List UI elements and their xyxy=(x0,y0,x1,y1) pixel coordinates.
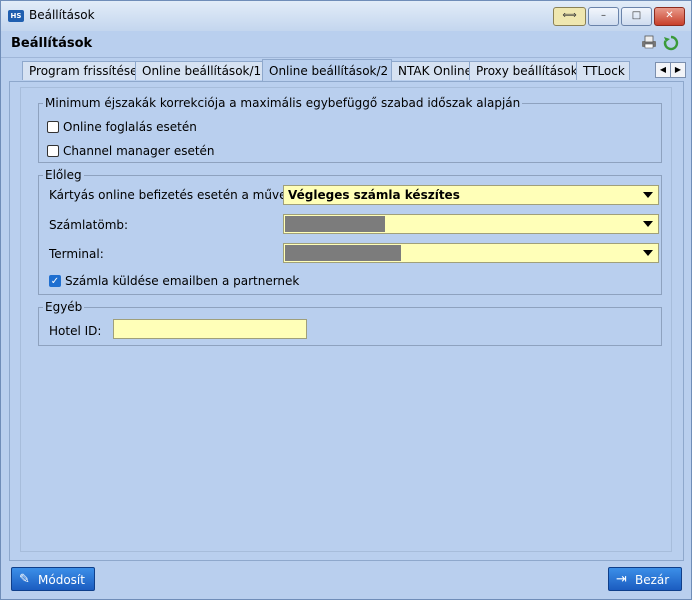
tab-ttlock[interactable]: TTLock xyxy=(576,61,630,80)
modify-button[interactable]: ✎ Módosít xyxy=(11,567,95,591)
exit-door-icon: ⇥ xyxy=(616,572,627,587)
page-title: Beállítások xyxy=(11,36,93,51)
eloleg-legend: Előleg xyxy=(43,168,84,182)
settings-content: Minimum éjszakák korrekciója a maximális… xyxy=(20,87,672,552)
tab-scroll-left-icon[interactable]: ◀ xyxy=(655,62,671,78)
online-booking-checkbox[interactable]: Online foglalás esetén xyxy=(47,120,197,134)
terminal-select[interactable] xyxy=(283,243,659,263)
tab-online-beallitasok-2[interactable]: Online beállítások/2 xyxy=(262,59,392,81)
tab-scroll-right-icon[interactable]: ▶ xyxy=(670,62,686,78)
hotel-id-input[interactable] xyxy=(113,319,307,339)
maximize-button[interactable]: □ xyxy=(621,7,652,26)
checkbox-box[interactable] xyxy=(47,121,59,133)
tab-bar: Program frissítése Online beállítások/1 … xyxy=(9,59,686,81)
chevron-down-icon[interactable] xyxy=(643,221,653,227)
close-label: Bezár xyxy=(635,573,670,587)
pencil-icon: ✎ xyxy=(19,572,30,587)
minimum-nights-legend: Minimum éjszakák korrekciója a maximális… xyxy=(43,96,523,110)
eloleg-group: Előleg Kártyás online befizetés esetén a… xyxy=(38,168,662,295)
minimum-nights-group: Minimum éjszakák korrekciója a maximális… xyxy=(38,96,662,163)
channel-manager-label: Channel manager esetén xyxy=(63,144,215,158)
hotel-id-label: Hotel ID: xyxy=(49,324,102,338)
card-action-label: Kártyás online befizetés esetén a művele… xyxy=(49,188,306,202)
checkbox-box[interactable] xyxy=(47,145,59,157)
tab-ntak-online[interactable]: NTAK Online xyxy=(391,61,472,80)
tab-panel: Minimum éjszakák korrekciója a maximális… xyxy=(9,81,684,561)
title-bar: HS Beállítások ⟺ – □ ✕ xyxy=(1,1,691,31)
card-action-select[interactable]: Végleges számla készítes xyxy=(283,185,659,205)
move-icon[interactable]: ⟺ xyxy=(553,7,586,26)
modify-label: Módosít xyxy=(38,573,85,587)
send-email-label: Számla küldése emailben a partnernek xyxy=(65,274,300,288)
check-icon[interactable]: ✓ xyxy=(49,275,61,287)
card-action-value: Végleges számla készítes xyxy=(288,188,460,202)
chevron-down-icon[interactable] xyxy=(643,192,653,198)
egyeb-legend: Egyéb xyxy=(43,300,85,314)
close-bottom-button[interactable]: ⇥ Bezár xyxy=(608,567,682,591)
redacted-value xyxy=(285,245,401,261)
refresh-icon[interactable] xyxy=(663,35,679,55)
terminal-label: Terminal: xyxy=(49,247,104,261)
chevron-down-icon[interactable] xyxy=(643,250,653,256)
szamlatomb-select[interactable] xyxy=(283,214,659,234)
close-button[interactable]: ✕ xyxy=(654,7,685,26)
page-header: Beállítások xyxy=(1,31,691,58)
print-icon[interactable] xyxy=(641,35,657,53)
tab-program-frissitese[interactable]: Program frissítése xyxy=(22,61,138,80)
window-title: Beállítások xyxy=(29,8,95,22)
tab-proxy-beallitasok[interactable]: Proxy beállítások xyxy=(469,61,578,80)
tab-online-beallitasok-1[interactable]: Online beállítások/1 xyxy=(135,61,263,80)
egyeb-group: Egyéb Hotel ID: xyxy=(38,300,662,346)
settings-window: HS Beállítások ⟺ – □ ✕ Beállítások Progr… xyxy=(0,0,692,600)
send-email-checkbox[interactable]: ✓ Számla küldése emailben a partnernek xyxy=(49,274,299,288)
online-booking-label: Online foglalás esetén xyxy=(63,120,197,134)
app-logo-icon: HS xyxy=(8,10,24,22)
szamlatomb-label: Számlatömb: xyxy=(49,218,129,232)
channel-manager-checkbox[interactable]: Channel manager esetén xyxy=(47,144,215,158)
redacted-value xyxy=(285,216,385,232)
minimize-button[interactable]: – xyxy=(588,7,619,26)
